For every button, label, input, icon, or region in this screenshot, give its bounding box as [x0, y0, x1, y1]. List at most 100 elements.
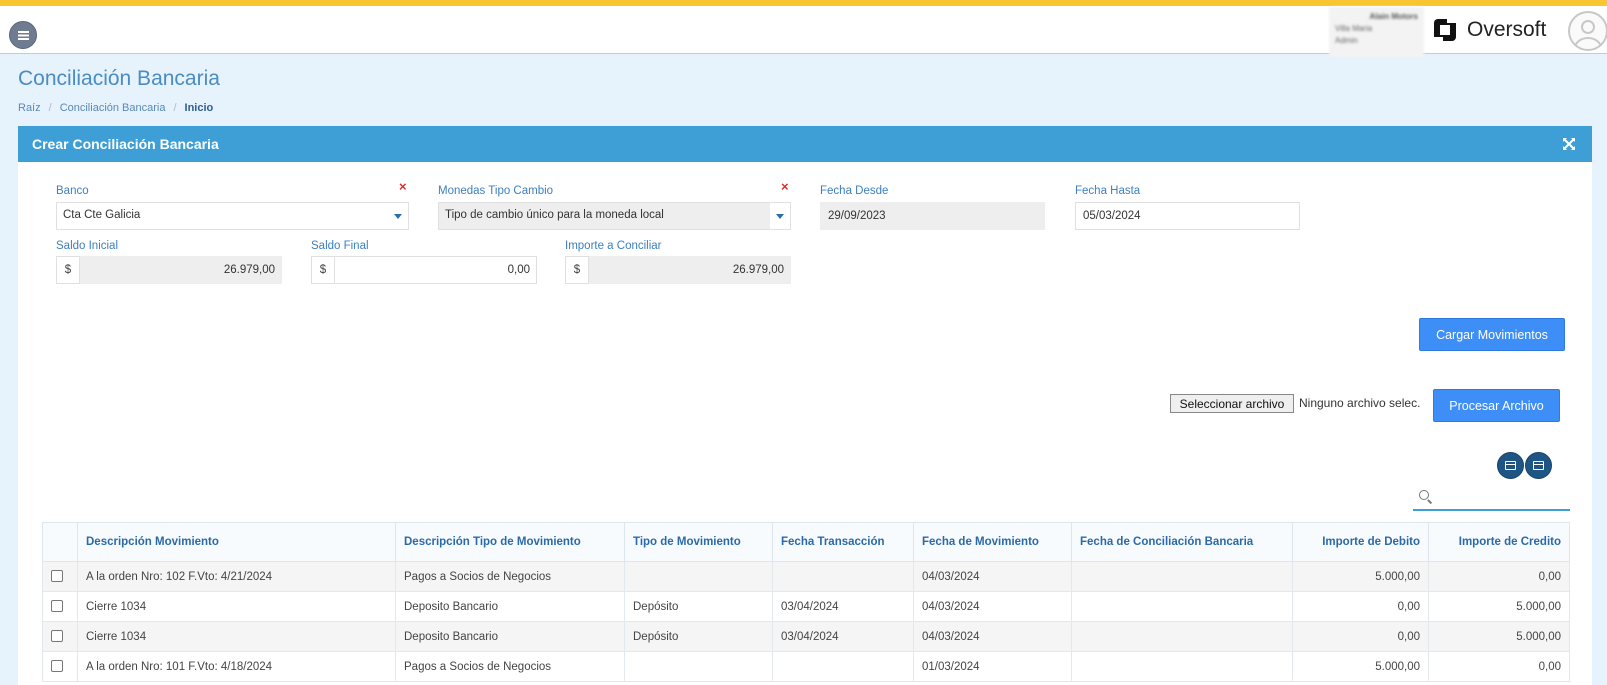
column-header[interactable]: Fecha de Conciliación Bancaria: [1071, 522, 1293, 562]
banco-select[interactable]: Cta Cte Galicia: [56, 202, 409, 230]
row-select-cell[interactable]: [42, 621, 78, 652]
hamburger-menu-button[interactable]: [9, 21, 37, 49]
table-cell: 01/03/2024: [913, 651, 1072, 682]
row-checkbox[interactable]: [51, 660, 63, 673]
page-title: Conciliación Bancaria: [18, 67, 220, 90]
row-checkbox[interactable]: [51, 570, 63, 583]
list-view-button[interactable]: [1525, 452, 1552, 479]
row-checkbox[interactable]: [51, 630, 63, 643]
table-cell: Cierre 1034: [77, 621, 396, 652]
saldo-final-label: Saldo Final: [311, 240, 369, 252]
top-navbar: Alain Motors Villa Maria Admin Oversoft: [0, 6, 1607, 57]
table-cell: 03/04/2024: [772, 591, 914, 622]
saldo-final-value[interactable]: 0,00: [335, 256, 537, 284]
seleccionar-archivo-button[interactable]: Seleccionar archivo: [1170, 394, 1294, 413]
table-cell: Depósito: [624, 591, 773, 622]
banco-clear-icon[interactable]: ×: [399, 179, 407, 194]
saldo-final-field[interactable]: $ 0,00: [311, 256, 537, 284]
row-checkbox[interactable]: [51, 600, 63, 613]
table-cell: 04/03/2024: [913, 621, 1072, 652]
table-cell: 5.000,00: [1292, 561, 1429, 592]
monedas-select[interactable]: Tipo de cambio único para la moneda loca…: [438, 202, 791, 230]
table-cell: [1071, 591, 1293, 622]
row-select-cell[interactable]: [42, 651, 78, 682]
table-cell: 0,00: [1428, 561, 1570, 592]
table-cell: 5.000,00: [1428, 621, 1570, 652]
table-row[interactable]: A la orden Nro: 101 F.Vto: 4/18/2024 Pag…: [42, 651, 1570, 682]
fecha-hasta-field[interactable]: 05/03/2024: [1075, 202, 1300, 230]
brand-name: Oversoft: [1467, 18, 1547, 41]
cargar-movimientos-button[interactable]: Cargar Movimientos: [1419, 318, 1565, 351]
saldo-inicial-field: $ 26.979,00: [56, 256, 282, 284]
table-cell: A la orden Nro: 102 F.Vto: 4/21/2024: [77, 561, 396, 592]
grid-icon: [1505, 461, 1516, 470]
oversoft-logo-icon: [1432, 17, 1458, 43]
table-cell: [1071, 651, 1293, 682]
table-cell: [624, 651, 773, 682]
file-status: Ninguno archivo selec.: [1299, 396, 1421, 410]
row-select-cell[interactable]: [42, 591, 78, 622]
grid-view-button[interactable]: [1497, 452, 1524, 479]
menu-icon: [17, 30, 29, 40]
monedas-value: Tipo de cambio único para la moneda loca…: [445, 209, 664, 221]
select-column-header: [42, 522, 78, 562]
procesar-archivo-button[interactable]: Procesar Archivo: [1433, 389, 1560, 422]
table-cell: Pagos a Socios de Negocios: [395, 651, 625, 682]
search-input[interactable]: [1437, 486, 1565, 506]
table-cell: Pagos a Socios de Negocios: [395, 561, 625, 592]
table-cell: [772, 561, 914, 592]
importe-conciliar-value: 26.979,00: [589, 256, 791, 284]
table-cell: Depósito: [624, 621, 773, 652]
currency-addon: $: [565, 256, 589, 284]
list-icon: [1533, 461, 1544, 470]
row-select-cell[interactable]: [42, 561, 78, 592]
panel-header: Crear Conciliación Bancaria: [18, 126, 1592, 162]
fecha-desde-field: 29/09/2023: [820, 202, 1045, 230]
banco-label: Banco: [56, 185, 89, 197]
chevron-down-icon[interactable]: [388, 203, 408, 229]
table-cell: Cierre 1034: [77, 591, 396, 622]
user-location: Villa Maria: [1335, 24, 1373, 33]
breadcrumb-separator: /: [48, 102, 52, 114]
table-row[interactable]: Cierre 1034 Deposito Bancario Depósito 0…: [42, 621, 1570, 652]
table-cell: 03/04/2024: [772, 621, 914, 652]
column-header[interactable]: Fecha de Movimiento: [913, 522, 1072, 562]
user-info[interactable]: Alain Motors Villa Maria Admin: [1329, 7, 1424, 57]
column-header[interactable]: Importe de Credito: [1428, 522, 1570, 562]
breadcrumb-root[interactable]: Raíz: [18, 102, 41, 114]
table-cell: Deposito Bancario: [395, 591, 625, 622]
currency-addon: $: [56, 256, 80, 284]
monedas-clear-icon[interactable]: ×: [781, 179, 789, 194]
table-header-row: Descripción Movimiento Descripción Tipo …: [42, 522, 1570, 562]
table-cell: 0,00: [1428, 651, 1570, 682]
table-cell: 5.000,00: [1428, 591, 1570, 622]
column-header[interactable]: Descripción Tipo de Movimiento: [395, 522, 625, 562]
column-header[interactable]: Descripción Movimiento: [77, 522, 396, 562]
chevron-down-icon[interactable]: [770, 203, 790, 229]
table-cell: [624, 561, 773, 592]
table-cell: [1071, 621, 1293, 652]
column-header[interactable]: Importe de Debito: [1292, 522, 1429, 562]
breadcrumb: Raíz / Conciliación Bancaria / Inicio: [18, 102, 213, 114]
column-header[interactable]: Fecha Transacción: [772, 522, 914, 562]
table-cell: 04/03/2024: [913, 561, 1072, 592]
table-row[interactable]: A la orden Nro: 102 F.Vto: 4/21/2024 Pag…: [42, 561, 1570, 592]
breadcrumb-conciliacion[interactable]: Conciliación Bancaria: [60, 102, 166, 114]
table-row[interactable]: Cierre 1034 Deposito Bancario Depósito 0…: [42, 591, 1570, 622]
fecha-hasta-label: Fecha Hasta: [1075, 185, 1141, 197]
currency-addon: $: [311, 256, 335, 284]
table-cell: [1071, 561, 1293, 592]
table-cell: [772, 651, 914, 682]
user-avatar-icon[interactable]: [1568, 11, 1607, 51]
monedas-label: Monedas Tipo Cambio: [438, 185, 554, 197]
expand-icon[interactable]: [1562, 137, 1576, 151]
banco-value: Cta Cte Galicia: [63, 209, 141, 221]
breadcrumb-separator: /: [173, 102, 177, 114]
user-name: Alain Motors: [1369, 12, 1418, 21]
importe-conciliar-label: Importe a Conciliar: [565, 240, 662, 252]
movements-table: Descripción Movimiento Descripción Tipo …: [42, 522, 1570, 682]
search-icon: [1419, 490, 1429, 500]
table-search: [1413, 483, 1570, 511]
column-header[interactable]: Tipo de Movimiento: [624, 522, 773, 562]
user-role: Admin: [1335, 36, 1358, 45]
